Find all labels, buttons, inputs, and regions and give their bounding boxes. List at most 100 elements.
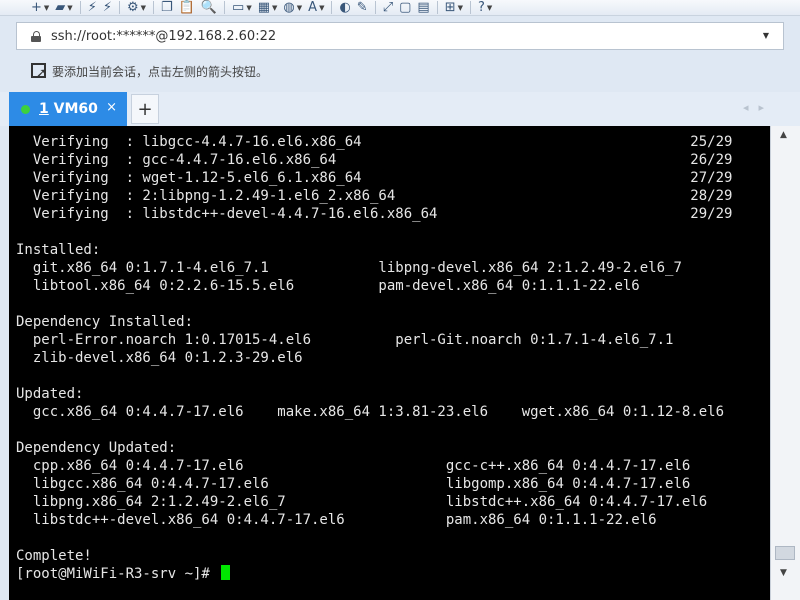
font-icon: A	[308, 0, 318, 15]
keyboard-icon: ▤	[417, 0, 430, 15]
toolbar-separator	[374, 1, 376, 14]
terminal-line: Complete!	[16, 548, 92, 564]
new-session-icon: +	[31, 0, 42, 15]
find-icon: 🔍	[200, 0, 218, 15]
terminal-output[interactable]: Verifying : libgcc-4.4.7-16.el6.x86_64 2…	[9, 126, 770, 600]
vertical-scrollbar[interactable]: ▲ ▼	[770, 126, 800, 600]
chevron-down-icon[interactable]: ▼	[44, 1, 49, 15]
globe-button[interactable]: ◍ ▼	[280, 0, 305, 15]
scrollbar-thumb[interactable]	[775, 546, 795, 560]
address-input[interactable]: ssh://root:******@192.168.2.60:22	[51, 29, 276, 44]
terminal-line: Updated:	[16, 386, 84, 402]
connect-button[interactable]: ⚡	[85, 0, 100, 15]
chevron-down-icon[interactable]: ▼	[487, 1, 492, 15]
disconnect-icon: ⚡	[102, 0, 112, 15]
new-session-button[interactable]: + ▼	[28, 0, 52, 15]
terminal-line: Verifying : gcc-4.4.7-16.el6.x86_64 26/2…	[16, 152, 733, 168]
toolbar-separator	[79, 1, 81, 14]
open-folder-icon: ▰	[55, 0, 66, 15]
chevron-down-icon[interactable]: ▼	[246, 1, 251, 15]
copy-button[interactable]: ❐	[158, 0, 176, 15]
chevron-down-icon[interactable]: ▼	[458, 1, 463, 15]
chevron-down-icon[interactable]: ▼	[319, 1, 324, 15]
disconnect-button[interactable]: ⚡	[100, 0, 115, 15]
connect-icon: ⚡	[87, 0, 97, 15]
toolbar-separator	[224, 1, 226, 14]
font-button[interactable]: A ▼	[305, 0, 327, 15]
toolbar-separator	[118, 1, 120, 14]
scroll-up-icon[interactable]: ▲	[780, 130, 787, 140]
chevron-down-icon[interactable]: ▼	[141, 1, 146, 15]
chevron-down-icon[interactable]: ▼	[67, 1, 72, 15]
settings-icon: ⚙	[126, 0, 139, 15]
open-folder-button[interactable]: ▰ ▼	[52, 0, 75, 15]
terminal-line: perl-Error.noarch 1:0.17015-4.el6 perl-G…	[16, 332, 674, 348]
toolbar-separator	[153, 1, 155, 14]
add-icon: ⊞	[444, 0, 456, 15]
layout-icon: ▦	[257, 0, 271, 15]
shell-prompt: [root@MiWiFi-R3-srv ~]#	[16, 566, 219, 582]
toolbar-separator	[470, 1, 471, 14]
terminal-line: Dependency Updated:	[16, 440, 177, 456]
toolbar-separator	[436, 1, 438, 14]
paste-button[interactable]: 📋	[176, 0, 198, 15]
text-cursor	[221, 565, 231, 580]
script-button[interactable]: ✎	[354, 0, 371, 15]
fullscreen-button[interactable]: ⤢	[380, 0, 396, 15]
terminal-line: zlib-devel.x86_64 0:1.2.3-29.el6	[16, 350, 303, 366]
terminal-line: libtool.x86_64 0:2.2.6-15.5.el6 pam-deve…	[16, 278, 640, 294]
hint-text: 要添加当前会话，点击左侧的箭头按钮。	[52, 64, 269, 79]
window-edge	[0, 126, 9, 600]
globe-icon: ◍	[283, 0, 295, 15]
layout-button[interactable]: ▦ ▼	[255, 0, 281, 15]
transfer-button[interactable]: ◐	[336, 0, 353, 15]
find-button[interactable]: 🔍	[198, 0, 220, 15]
chevron-down-icon[interactable]: ▼	[272, 1, 277, 15]
lock-button[interactable]: ▢	[396, 0, 414, 15]
monitor-button[interactable]: ▭ ▼	[229, 0, 255, 15]
tab-vm60[interactable]: 1 VM60 ×	[9, 92, 127, 126]
tab-bar: 1 VM60 × + ◂▸	[0, 92, 800, 126]
paste-icon: 📋	[178, 0, 195, 15]
terminal-line: cpp.x86_64 0:4.4.7-17.el6 gcc-c++.x86_64…	[16, 458, 691, 474]
toolbar: + ▼ ▰ ▼ ⚡ ⚡ ⚙ ▼ ❐ 📋 🔍 ▭ ▼ ▦ ▼ ◍ ▼ A ▼ ◐ ✎ ⤢ ▢ ▤ ⊞ ▼? ▼	[0, 0, 800, 16]
chevron-down-icon[interactable]: ▼	[763, 31, 769, 40]
new-tab-button[interactable]: +	[131, 94, 159, 124]
scroll-down-icon[interactable]: ▼	[780, 568, 787, 578]
add-button[interactable]: ⊞ ▼	[442, 0, 466, 15]
toolbar-separator	[331, 1, 333, 14]
lock-icon	[31, 30, 41, 42]
tab-scroll-arrows-icon[interactable]: ◂▸	[743, 101, 774, 114]
session-hint-bar: ➚ 要添加当前会话，点击左侧的箭头按钮。	[16, 58, 784, 84]
close-tab-icon[interactable]: ×	[106, 100, 117, 115]
add-session-arrow-icon[interactable]: ➚	[30, 62, 48, 80]
monitor-icon: ▭	[232, 0, 245, 15]
terminal-line: libstdc++-devel.x86_64 0:4.4.7-17.el6 pa…	[16, 512, 657, 528]
terminal-line: Dependency Installed:	[16, 314, 194, 330]
copy-icon: ❐	[161, 0, 173, 15]
terminal-line: libgcc.x86_64 0:4.4.7-17.el6 libgomp.x86…	[16, 476, 691, 492]
terminal-line: Installed:	[16, 242, 101, 258]
terminal-line: gcc.x86_64 0:4.4.7-17.el6 make.x86_64 1:…	[16, 404, 725, 420]
terminal-line: Verifying : libstdc++-devel-4.4.7-16.el6…	[16, 206, 733, 222]
fullscreen-icon: ⤢	[382, 0, 394, 15]
transfer-icon: ◐	[339, 0, 351, 15]
terminal-line: Verifying : 2:libpng-1.2.49-1.el6_2.x86_…	[16, 188, 733, 204]
chevron-down-icon[interactable]: ▼	[297, 1, 302, 15]
terminal-line: git.x86_64 0:1.7.1-4.el6_7.1 libpng-deve…	[16, 260, 682, 276]
help-button[interactable]: ? ▼	[475, 0, 495, 15]
lock-icon: ▢	[399, 0, 412, 15]
terminal-line: Verifying : wget-1.12-5.el6_6.1.x86_64 2…	[16, 170, 733, 186]
terminal-line: libpng.x86_64 2:1.2.49-2.el6_7 libstdc++…	[16, 494, 708, 510]
address-bar[interactable]: ssh://root:******@192.168.2.60:22 ▼	[16, 22, 784, 50]
keyboard-button[interactable]: ▤	[414, 0, 432, 15]
settings-button[interactable]: ⚙ ▼	[124, 0, 149, 15]
terminal-prompt-line[interactable]: [root@MiWiFi-R3-srv ~]#	[16, 565, 732, 583]
tab-label: 1 VM60	[39, 101, 98, 117]
help-icon: ?	[478, 0, 485, 15]
